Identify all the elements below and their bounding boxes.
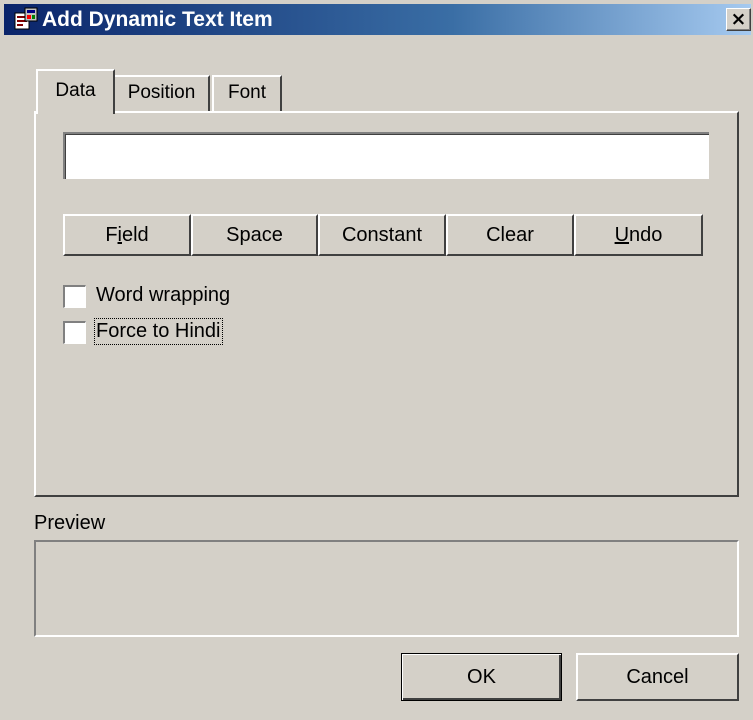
- field-label-pre: F: [105, 224, 118, 246]
- expression-input[interactable]: [63, 132, 709, 179]
- window-title: Add Dynamic Text Item: [42, 8, 273, 31]
- word-wrapping-label[interactable]: Word wrapping: [96, 284, 230, 307]
- force-to-hindi-checkbox[interactable]: [63, 321, 86, 344]
- tab-position[interactable]: Position: [115, 75, 210, 111]
- ok-button[interactable]: OK: [401, 653, 562, 701]
- tab-data[interactable]: Data: [36, 69, 115, 114]
- preview-box: [34, 540, 739, 637]
- field-label-post: eld: [121, 224, 149, 246]
- tab-join: [38, 110, 113, 114]
- space-button[interactable]: Space: [191, 214, 318, 256]
- undo-mnemonic: U: [614, 224, 630, 246]
- force-to-hindi-label[interactable]: Force to Hindi: [94, 318, 223, 345]
- word-wrapping-checkbox[interactable]: [63, 285, 86, 308]
- clear-button[interactable]: Clear: [446, 214, 574, 256]
- tab-font[interactable]: Font: [212, 75, 282, 111]
- preview-label: Preview: [34, 512, 106, 534]
- field-button[interactable]: Field: [63, 214, 191, 256]
- constant-button[interactable]: Constant: [318, 214, 446, 256]
- undo-button[interactable]: Undo: [574, 214, 703, 256]
- undo-label-post: ndo: [629, 224, 663, 246]
- close-button[interactable]: ×: [726, 8, 751, 31]
- close-icon: ×: [730, 8, 747, 30]
- add-dynamic-text-dialog: Add Dynamic Text Item × Data Position Fo…: [0, 0, 753, 720]
- cancel-button[interactable]: Cancel: [576, 653, 739, 701]
- app-document-icon: [13, 7, 39, 31]
- title-bar[interactable]: Add Dynamic Text Item ×: [4, 4, 751, 35]
